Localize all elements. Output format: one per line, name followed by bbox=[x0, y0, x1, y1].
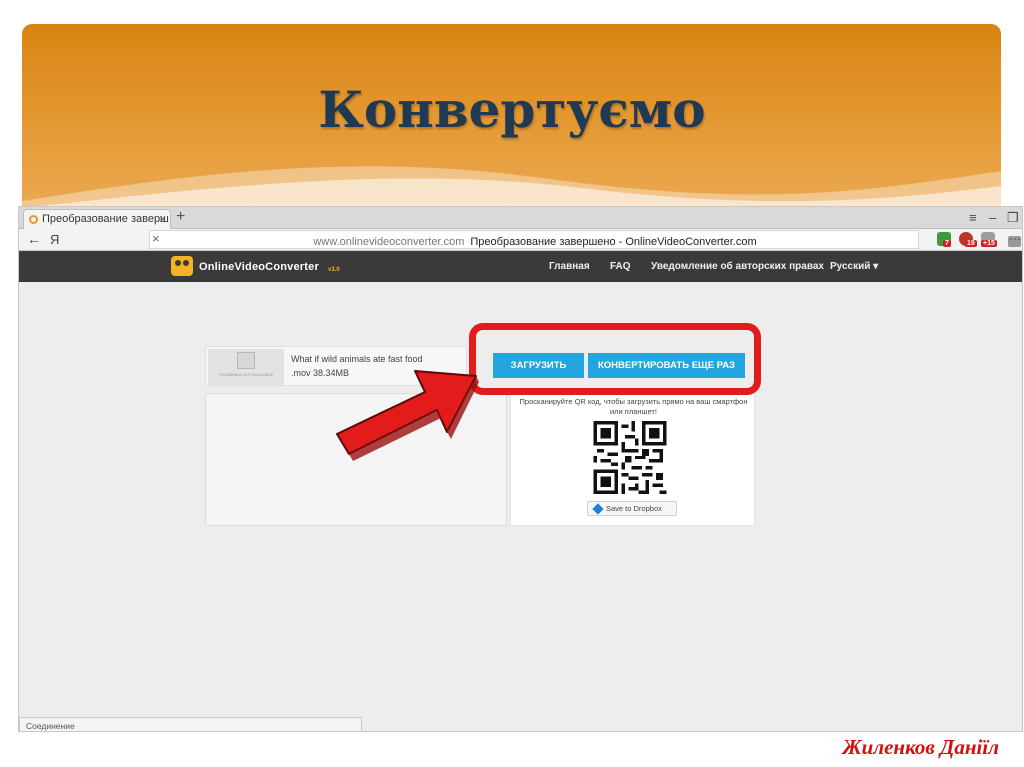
nav-copyright[interactable]: Уведомление об авторских правах bbox=[651, 261, 824, 272]
minimize-icon[interactable]: ‒ bbox=[989, 210, 996, 225]
url-page-title: Преобразование завершено - OnlineVideoCo… bbox=[470, 236, 757, 248]
author-name: Жиленков Даніїл bbox=[842, 735, 999, 759]
url-field[interactable]: www.onlinevideoconverter.com Преобразован… bbox=[149, 230, 1021, 249]
browser-tab[interactable]: Преобразование заверш × bbox=[23, 209, 171, 229]
tab-close-icon[interactable]: × bbox=[159, 212, 166, 226]
back-arrow-icon[interactable]: ← bbox=[27, 231, 41, 247]
extension-badge: 7 bbox=[943, 240, 951, 247]
thumbnail-caption: THUMBNAIL NOT AVAILABLE bbox=[218, 372, 274, 377]
address-bar: ← Я www.onlinevideoconverter.com Преобраз… bbox=[19, 229, 1022, 251]
favicon-icon bbox=[29, 215, 38, 224]
slide-title: Конвертуємо bbox=[318, 80, 706, 139]
highlight-frame bbox=[469, 323, 761, 395]
restore-icon[interactable]: ❐ bbox=[1007, 210, 1019, 226]
more-icon[interactable]: ⋯ bbox=[1009, 232, 1021, 246]
extension-badge: 19 bbox=[965, 240, 977, 247]
site-logo[interactable]: OnlineVideoConverter bbox=[199, 261, 319, 273]
dropbox-label: Save to Dropbox bbox=[606, 504, 662, 513]
extension-badge: +15 bbox=[981, 240, 997, 247]
tab-bar: Преобразование заверш × + ≡ ‒ ❐ bbox=[19, 207, 1022, 229]
dropbox-icon bbox=[592, 503, 604, 515]
logo-camera-icon[interactable] bbox=[171, 256, 193, 276]
nav-home[interactable]: Главная bbox=[549, 261, 590, 272]
site-navbar: OnlineVideoConverter v3.0 Главная FAQ Ув… bbox=[19, 251, 1022, 282]
yandex-icon[interactable]: Я bbox=[50, 232, 59, 247]
red-arrow-icon bbox=[336, 370, 479, 461]
logo-version: v3.0 bbox=[328, 267, 340, 273]
new-tab-button[interactable]: + bbox=[176, 208, 185, 226]
url-domain: www.onlinevideoconverter.com bbox=[313, 236, 465, 248]
qr-instructions: Просканируйте QR код, чтобы загрузить пр… bbox=[519, 397, 748, 416]
image-placeholder-icon bbox=[237, 352, 255, 369]
browser-menu-icon[interactable]: ≡ bbox=[969, 210, 977, 225]
nav-faq[interactable]: FAQ bbox=[610, 261, 631, 272]
save-to-dropbox-button[interactable]: Save to Dropbox bbox=[587, 501, 677, 516]
video-thumbnail: THUMBNAIL NOT AVAILABLE bbox=[208, 349, 284, 385]
browser-screenshot: Преобразование заверш × + ≡ ‒ ❐ ← Я www.… bbox=[18, 206, 1023, 732]
qr-code-icon bbox=[593, 421, 667, 494]
qr-panel: Просканируйте QR код, чтобы загрузить пр… bbox=[510, 393, 755, 526]
slide: Конвертуємо Преобразование заверш × + ≡ … bbox=[0, 0, 1024, 767]
url-text: www.onlinevideoconverter.com Преобразован… bbox=[150, 236, 920, 248]
status-bar: Соединение bbox=[19, 717, 362, 731]
nav-language[interactable]: Русский ▾ bbox=[830, 261, 878, 272]
address-close-icon[interactable]: × bbox=[152, 231, 160, 246]
tab-title: Преобразование заверш bbox=[42, 213, 169, 225]
